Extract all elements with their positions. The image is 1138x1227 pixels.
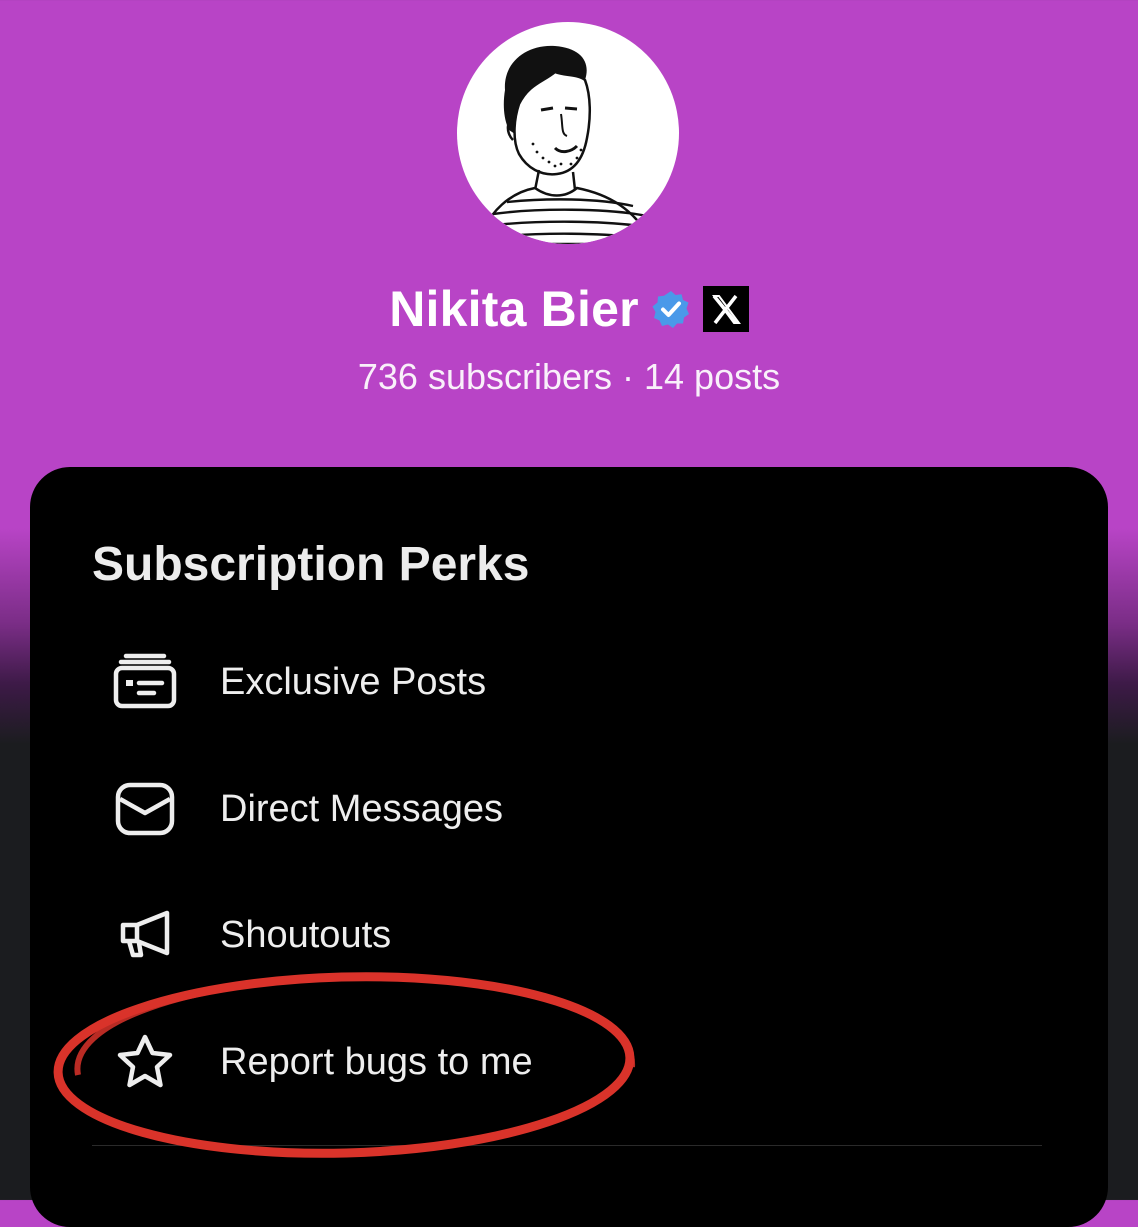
- perk-label: Shoutouts: [220, 913, 392, 956]
- profile-name: Nikita Bier: [389, 281, 639, 337]
- perks-divider: [92, 1145, 1042, 1146]
- x-logo-icon: [702, 286, 749, 332]
- exclusive-posts-icon: [110, 647, 180, 717]
- star-icon: [110, 1027, 180, 1097]
- perk-label: Report bugs to me: [220, 1040, 533, 1083]
- perks-title: Subscription Perks: [92, 538, 530, 591]
- profile-avatar[interactable]: [457, 22, 679, 244]
- perk-direct-messages[interactable]: Direct Messages: [110, 774, 503, 844]
- subscriber-stats: 736 subscribers · 14 posts: [357, 356, 781, 397]
- perk-exclusive-posts[interactable]: Exclusive Posts: [110, 647, 486, 717]
- envelope-icon: [110, 774, 180, 844]
- verified-badge-icon: [651, 289, 691, 329]
- perk-shoutouts[interactable]: Shoutouts: [110, 900, 391, 970]
- perk-report-bugs[interactable]: Report bugs to me: [110, 1027, 533, 1097]
- perk-label: Direct Messages: [220, 787, 503, 830]
- subscription-perks-card: Subscription Perks Exclusive Posts Direc…: [30, 467, 1108, 1227]
- profile-name-row: Nikita Bier: [0, 280, 1138, 338]
- megaphone-icon: [110, 900, 180, 970]
- avatar-illustration: [477, 45, 658, 244]
- perk-label: Exclusive Posts: [220, 660, 487, 703]
